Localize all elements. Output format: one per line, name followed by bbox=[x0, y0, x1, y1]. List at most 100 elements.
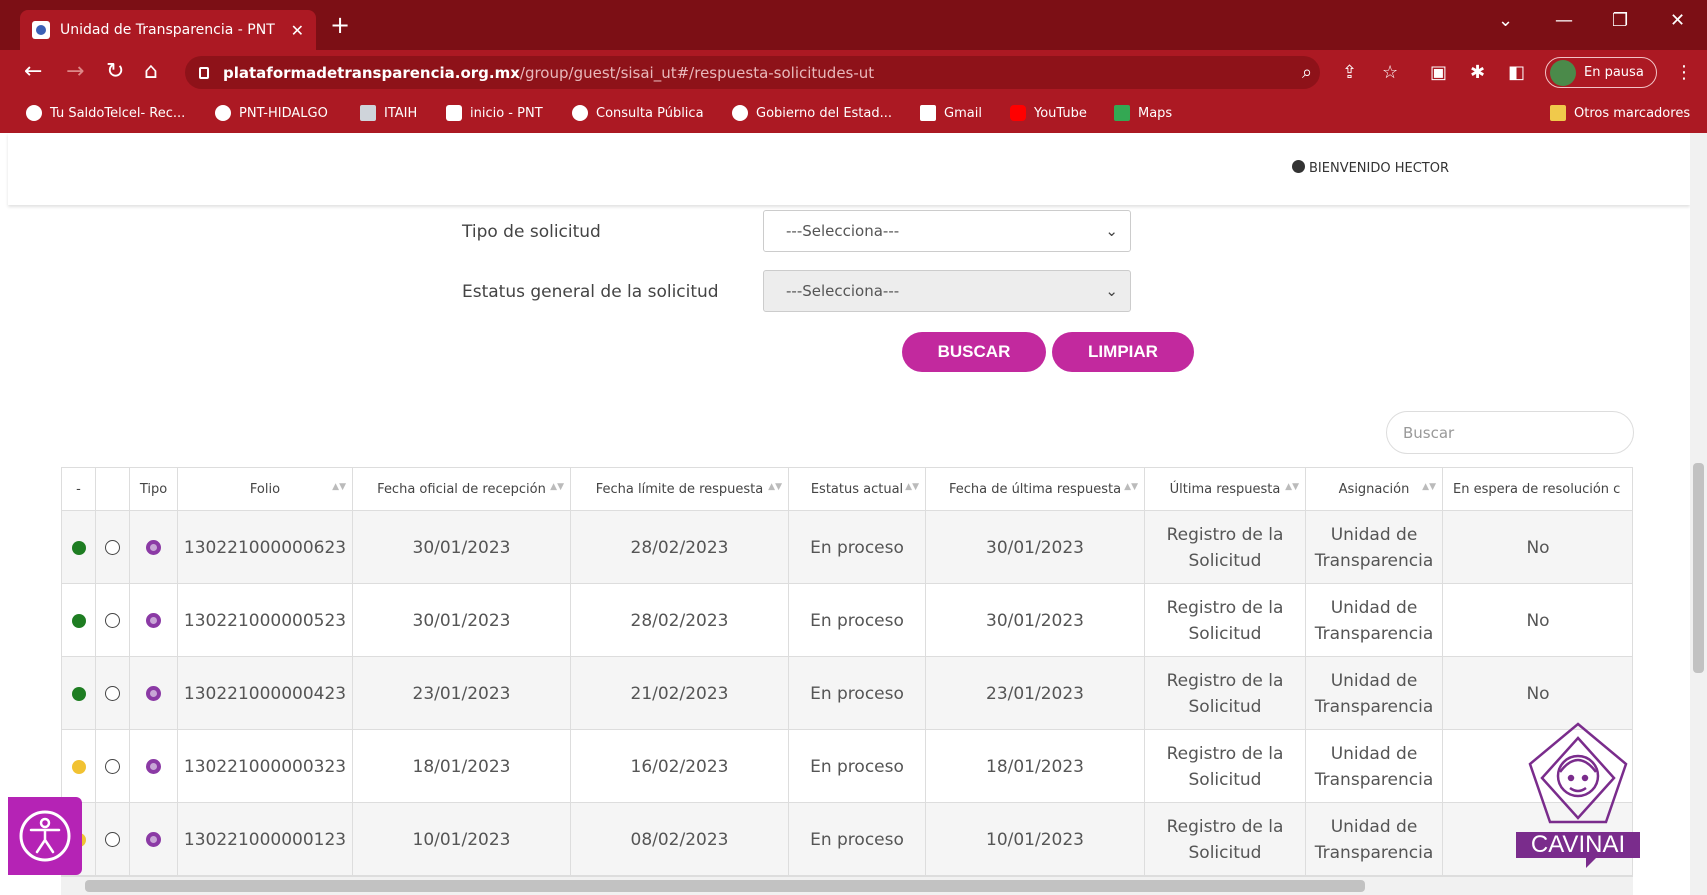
chevron-down-icon: ⌄ bbox=[1105, 222, 1118, 240]
cell-estatus: En proceso bbox=[789, 803, 926, 876]
col-header-ultima-respuesta[interactable]: Última respuesta ▲▼ bbox=[1145, 468, 1306, 511]
limpiar-button[interactable]: LIMPIAR bbox=[1052, 332, 1194, 372]
cell-folio: 130221000000123 bbox=[178, 803, 353, 876]
horizontal-scrollbar[interactable] bbox=[61, 877, 1633, 895]
globe-icon bbox=[732, 105, 748, 121]
address-bar[interactable]: plataformadetransparencia.org.mx /group/… bbox=[185, 56, 1320, 89]
row-radio-button[interactable] bbox=[105, 759, 120, 774]
scroll-thumb[interactable] bbox=[85, 880, 1365, 892]
reload-icon[interactable]: ↻ bbox=[106, 58, 124, 86]
close-tab-icon[interactable]: ✕ bbox=[291, 21, 304, 40]
globe-icon bbox=[572, 105, 588, 121]
cell-fecha-ultima: 30/01/2023 bbox=[926, 511, 1145, 584]
cell-ultima-respuesta: Registro de la Solicitud bbox=[1145, 730, 1306, 803]
row-radio-button[interactable] bbox=[105, 540, 120, 555]
bookmark-item[interactable]: YouTube bbox=[1010, 105, 1087, 121]
bookmark-item[interactable]: Maps bbox=[1114, 105, 1172, 121]
restore-icon[interactable]: ❐ bbox=[1612, 10, 1628, 31]
col-header-fecha-ultima[interactable]: Fecha de última respuesta ▲▼ bbox=[926, 468, 1145, 511]
request-type-icon bbox=[146, 686, 161, 701]
table-row[interactable]: 130221000000423 23/01/2023 21/02/2023 En pr… bbox=[62, 657, 1632, 730]
url-host: plataformadetransparencia.org.mx bbox=[223, 63, 520, 82]
home-icon[interactable]: ⌂ bbox=[144, 58, 158, 86]
bookmark-item[interactable]: ITAIH bbox=[360, 105, 417, 121]
bookmark-item[interactable]: inicio - PNT bbox=[446, 105, 543, 121]
zoom-icon[interactable]: ⌕ bbox=[1302, 62, 1312, 83]
tipo-cell bbox=[130, 657, 178, 730]
col-header-asignacion[interactable]: Asignación ▲▼ bbox=[1306, 468, 1443, 511]
close-window-icon[interactable]: ✕ bbox=[1670, 10, 1685, 31]
request-type-icon bbox=[146, 540, 161, 555]
globe-icon bbox=[26, 105, 42, 121]
col-header-estatus[interactable]: Estatus actual ▲▼ bbox=[789, 468, 926, 511]
bookmark-item[interactable]: Gobierno del Estad... bbox=[732, 105, 892, 121]
row-radio-button[interactable] bbox=[105, 832, 120, 847]
url-path: /group/guest/sisai_ut#/respuesta-solicit… bbox=[519, 63, 875, 82]
pnt-favicon-icon bbox=[446, 105, 462, 121]
col-header-tipo[interactable]: Tipo bbox=[130, 468, 178, 511]
cavinai-chat-widget[interactable]: CAVINAI bbox=[1508, 718, 1648, 870]
welcome-user[interactable]: BIENVENIDO HECTOR bbox=[1292, 160, 1449, 176]
row-radio-button[interactable] bbox=[105, 613, 120, 628]
cell-estatus: En proceso bbox=[789, 657, 926, 730]
table-search-input[interactable]: Buscar bbox=[1386, 411, 1634, 454]
cell-fecha-recepcion: 30/01/2023 bbox=[353, 584, 571, 657]
table-row[interactable]: 130221000000623 30/01/2023 28/02/2023 En pr… bbox=[62, 511, 1632, 584]
cell-espera: No bbox=[1443, 584, 1632, 657]
profile-button[interactable]: En pausa bbox=[1545, 57, 1657, 88]
status-dot-icon bbox=[71, 686, 86, 701]
bookmark-item[interactable]: Gmail bbox=[920, 105, 982, 121]
vertical-scrollbar[interactable] bbox=[1690, 133, 1707, 895]
table-row[interactable]: 130221000000523 30/01/2023 28/02/2023 En pr… bbox=[62, 584, 1632, 657]
status-dot-icon bbox=[71, 540, 86, 555]
tab-search-chevron-icon[interactable]: ⌄ bbox=[1498, 10, 1513, 31]
share-icon[interactable]: ⇪ bbox=[1342, 62, 1357, 83]
browser-toolbar: ← → ↻ ⌂ plataformadetransparencia.org.mx… bbox=[0, 50, 1707, 95]
row-select-cell bbox=[96, 584, 130, 657]
cell-folio: 130221000000623 bbox=[178, 511, 353, 584]
extension-icon[interactable]: ▣ bbox=[1430, 62, 1447, 83]
cell-ultima-respuesta: Registro de la Solicitud bbox=[1145, 511, 1306, 584]
tab-bar: Unidad de Transparencia - PNT ✕ + ⌄ — ❐ … bbox=[0, 0, 1707, 50]
pnt-favicon-icon bbox=[32, 21, 50, 39]
bookmark-star-icon[interactable]: ☆ bbox=[1382, 62, 1398, 83]
lock-icon bbox=[199, 66, 209, 79]
bookmark-item[interactable]: Consulta Pública bbox=[572, 105, 704, 121]
col-header-espera[interactable]: En espera de resolución c bbox=[1443, 468, 1632, 511]
requests-table: - Tipo Folio ▲▼ Fecha oficial de recepció… bbox=[61, 467, 1633, 877]
col-header-folio[interactable]: Folio ▲▼ bbox=[178, 468, 353, 511]
scroll-thumb[interactable] bbox=[1693, 463, 1704, 673]
col-header-fecha-recepcion[interactable]: Fecha oficial de recepción ▲▼ bbox=[353, 468, 571, 511]
cell-fecha-limite: 16/02/2023 bbox=[571, 730, 789, 803]
cell-estatus: En proceso bbox=[789, 730, 926, 803]
buscar-button[interactable]: BUSCAR bbox=[902, 332, 1046, 372]
estatus-general-select[interactable]: ---Selecciona--- ⌄ bbox=[763, 270, 1131, 312]
estatus-general-label: Estatus general de la solicitud bbox=[462, 282, 719, 302]
tipo-solicitud-select[interactable]: ---Selecciona--- ⌄ bbox=[763, 210, 1131, 252]
accessibility-button[interactable] bbox=[8, 797, 82, 875]
puzzle-extensions-icon[interactable]: ✱ bbox=[1470, 62, 1485, 83]
bookmark-item[interactable]: PNT-HIDALGO bbox=[215, 105, 328, 121]
cell-folio: 130221000000423 bbox=[178, 657, 353, 730]
menu-kebab-icon[interactable]: ⋮ bbox=[1675, 62, 1693, 83]
col-header-dash[interactable]: - bbox=[62, 468, 96, 511]
cell-asignacion: Unidad de Transparencia bbox=[1306, 730, 1443, 803]
row-radio-button[interactable] bbox=[105, 686, 120, 701]
side-panel-icon[interactable]: ◧ bbox=[1508, 62, 1525, 83]
cell-ultima-respuesta: Registro de la Solicitud bbox=[1145, 657, 1306, 730]
new-tab-icon[interactable]: + bbox=[330, 12, 350, 38]
minimize-icon[interactable]: — bbox=[1555, 10, 1573, 31]
sort-icon: ▲▼ bbox=[1124, 482, 1138, 492]
col-header-fecha-limite[interactable]: Fecha límite de respuesta ▲▼ bbox=[571, 468, 789, 511]
table-row[interactable]: 130221000000123 10/01/2023 08/02/2023 En pr… bbox=[62, 803, 1632, 876]
table-row[interactable]: 130221000000323 18/01/2023 16/02/2023 En pr… bbox=[62, 730, 1632, 803]
back-icon[interactable]: ← bbox=[24, 58, 42, 86]
active-tab[interactable]: Unidad de Transparencia - PNT ✕ bbox=[20, 10, 316, 50]
itaih-favicon-icon bbox=[360, 105, 376, 121]
bookmark-item[interactable]: Tu SaldoTelcel- Rec... bbox=[26, 105, 185, 121]
other-bookmarks[interactable]: Otros marcadores bbox=[1550, 105, 1690, 121]
cell-fecha-limite: 28/02/2023 bbox=[571, 511, 789, 584]
col-header-select bbox=[96, 468, 130, 511]
user-icon bbox=[1292, 160, 1305, 173]
forward-icon[interactable]: → bbox=[66, 58, 84, 86]
